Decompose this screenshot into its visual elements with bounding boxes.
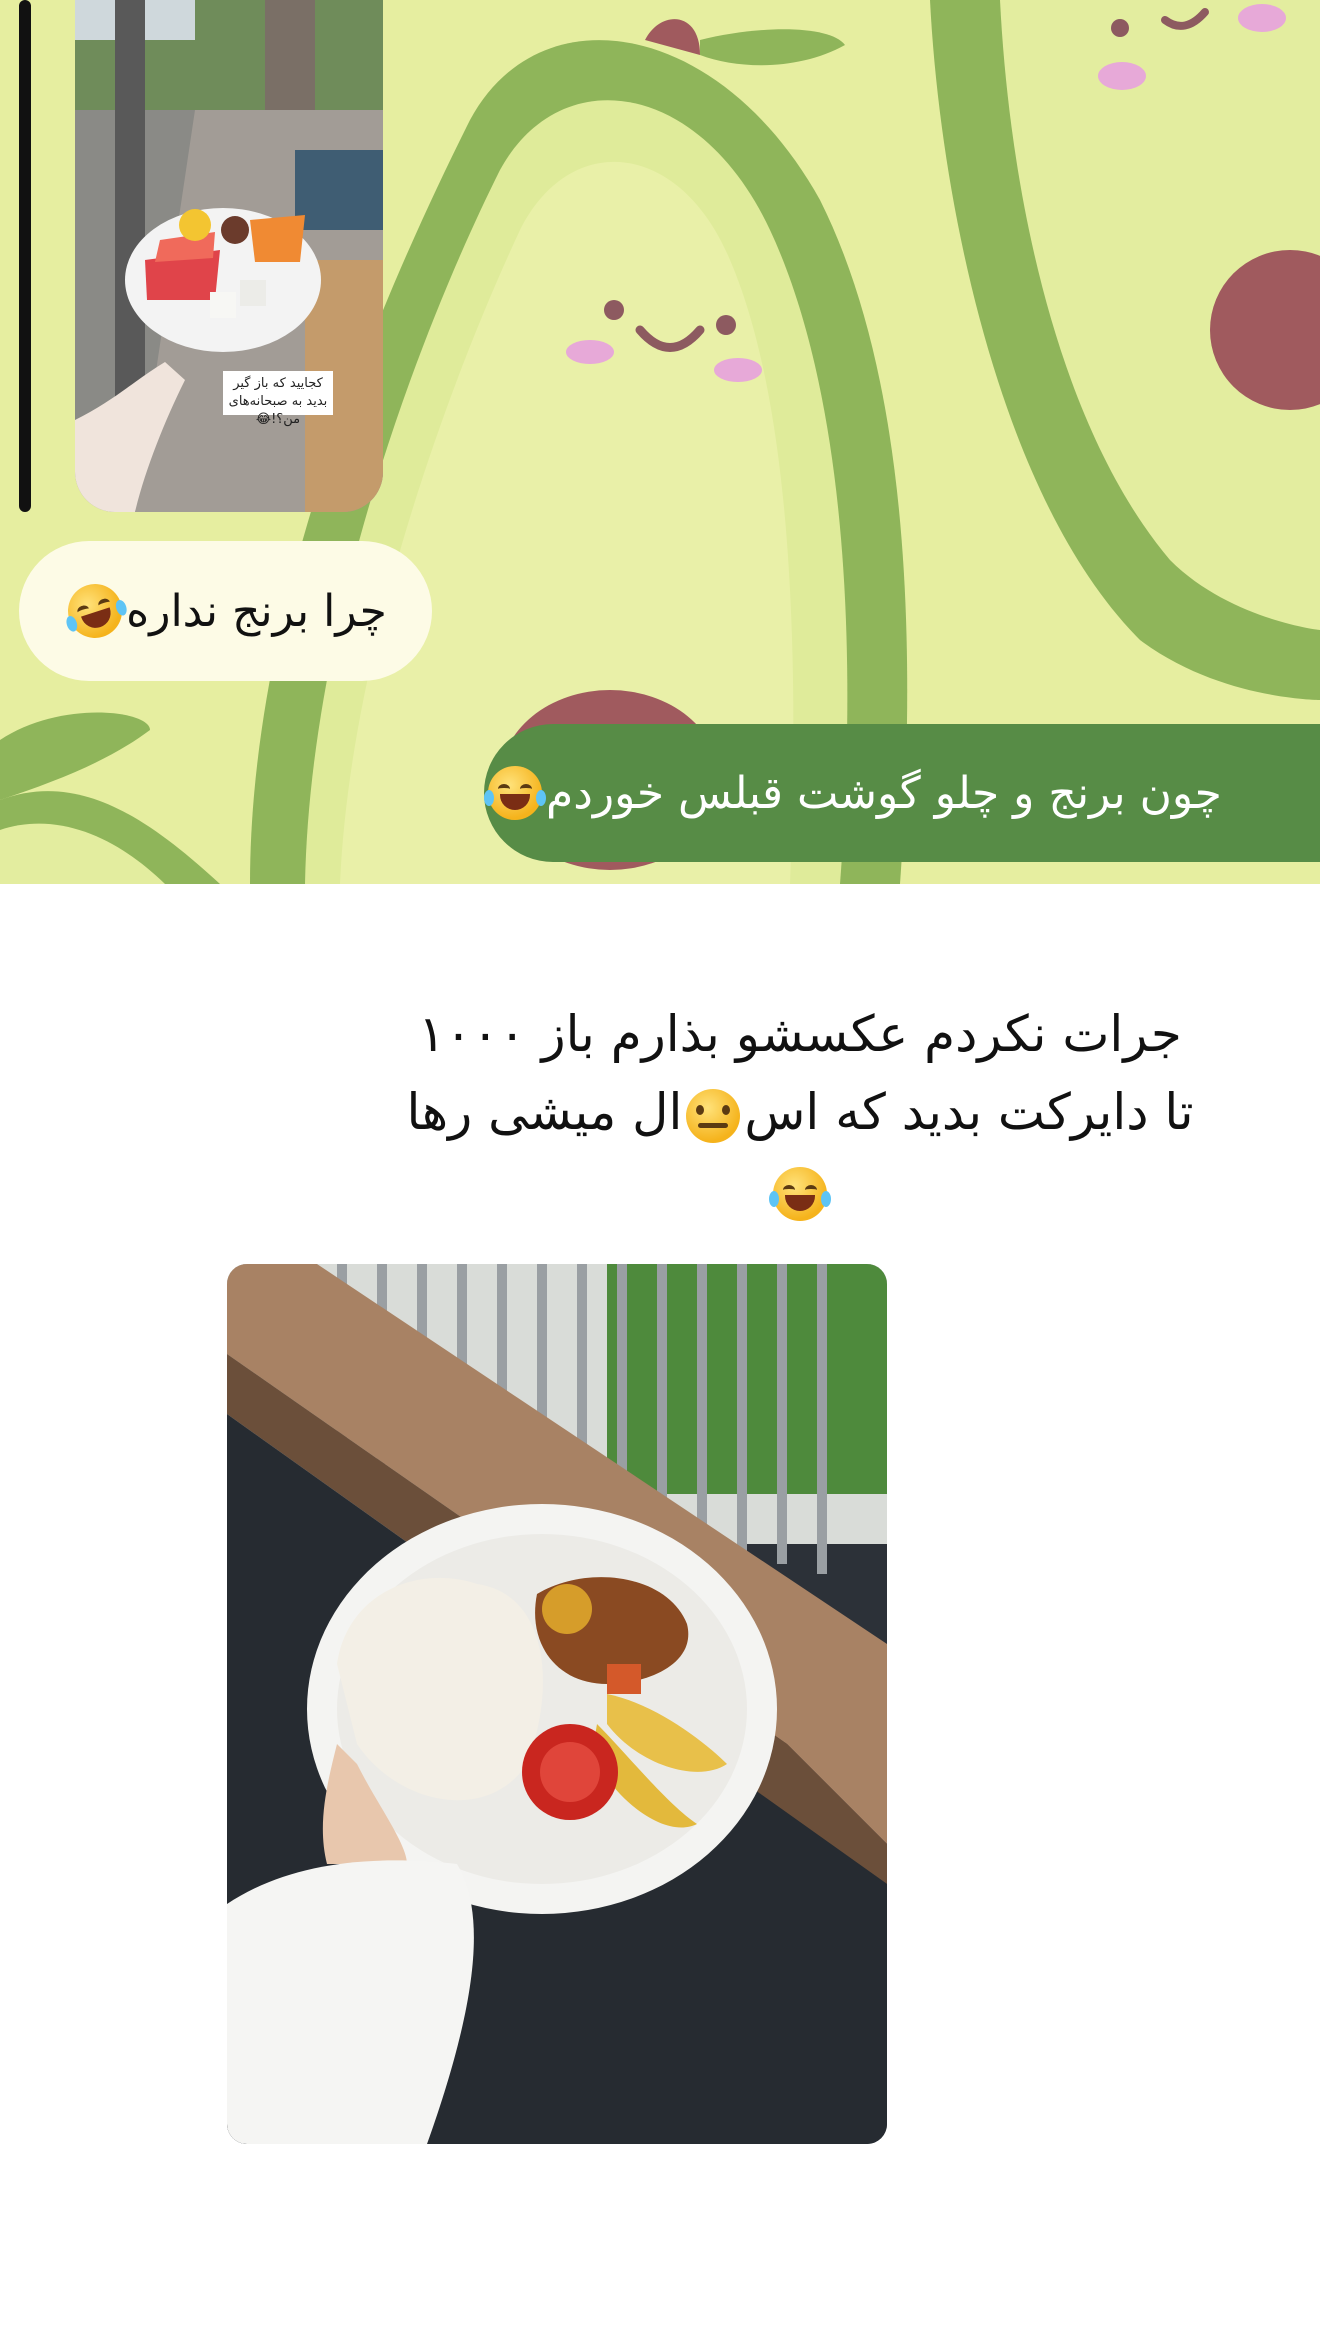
outgoing-message-bubble[interactable]: چون برنج و چلو گوشت قبلس خوردم xyxy=(484,724,1320,862)
caption-line-3 xyxy=(390,1151,1210,1229)
outgoing-message-text: چون برنج و چلو گوشت قبلس خوردم xyxy=(546,767,1222,819)
caption-line-2: تا دایرکت بدید که اس ال میشی رها xyxy=(390,1073,1210,1151)
rice-and-stew-image xyxy=(227,1264,887,2144)
story-sticker-text: کجایید که باز گیر بدید به صبحانه‌های من؟… xyxy=(223,371,333,427)
caption-line-2-end: ال میشی رها xyxy=(406,1083,683,1141)
post-caption: جرات نکردم عکسشو بذارم باز ۱۰۰۰ تا دایرک… xyxy=(390,995,1210,1229)
lunch-plate-photo[interactable] xyxy=(227,1264,887,2144)
tears-of-joy-icon xyxy=(769,1166,831,1221)
chat-screenshot: کجایید که باز گیر بدید به صبحانه‌های من؟… xyxy=(0,0,1320,884)
incoming-message-bubble[interactable]: چرا برنج نداره xyxy=(19,541,432,681)
rolling-on-floor-laughing-icon xyxy=(61,576,130,646)
caption-line-2-start: تا دایرکت بدید که اس xyxy=(744,1083,1194,1141)
caption-line-1: جرات نکردم عکسشو بذارم باز ۱۰۰۰ xyxy=(418,1005,1182,1063)
reply-indicator-bar xyxy=(19,0,31,512)
neutral-face-icon xyxy=(686,1088,741,1143)
incoming-message-text: چرا برنج نداره xyxy=(126,585,387,637)
story-reply-thumbnail[interactable]: کجایید که باز گیر بدید به صبحانه‌های من؟… xyxy=(75,0,383,512)
breakfast-story-image xyxy=(75,0,383,512)
tears-of-joy-icon xyxy=(484,766,546,820)
